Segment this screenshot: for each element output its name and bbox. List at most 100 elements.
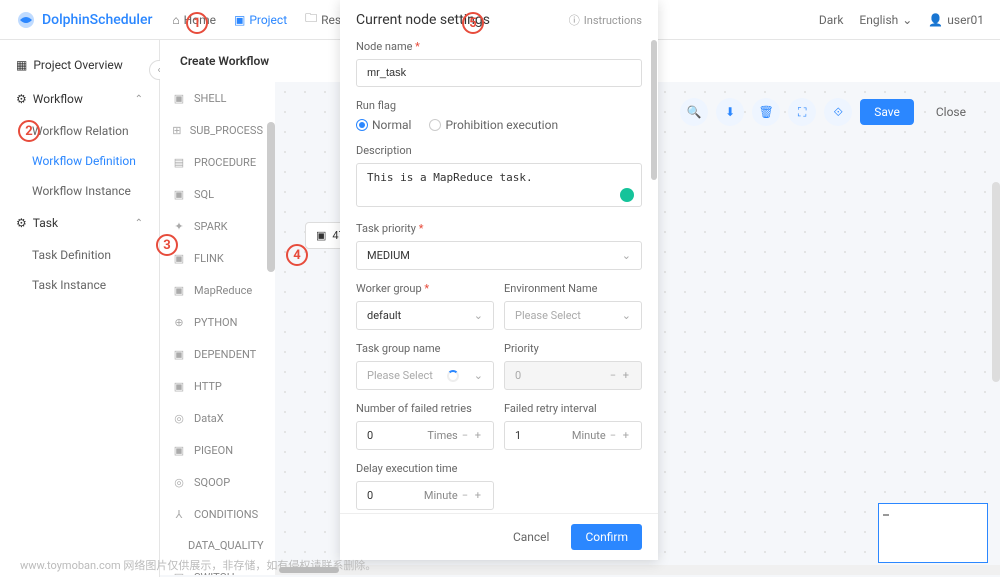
description-input[interactable]: This is a MapReduce task. [356, 163, 642, 207]
worker-group-label: Worker group [356, 282, 494, 295]
node-settings-modal: Current node settings ⓘInstructions Node… [340, 0, 658, 560]
sidebar-item-workflow-definition[interactable]: Workflow Definition [0, 146, 159, 176]
task-type-subprocess[interactable]: ⊞SUB_PROCESS [160, 114, 275, 146]
task-type-mapreduce[interactable]: ▣MapReduce [160, 274, 275, 306]
modal-scrollbar[interactable] [650, 40, 658, 530]
sidebar-item-task[interactable]: ⚙Task [0, 206, 159, 240]
task-type-http[interactable]: ▣HTTP [160, 370, 275, 402]
confirm-button[interactable]: Confirm [571, 524, 642, 550]
task-type-conditions[interactable]: ⅄CONDITIONS [160, 498, 275, 530]
delete-button[interactable]: 🗑 [752, 98, 780, 126]
sql-icon: ▣ [172, 187, 186, 201]
delay-input[interactable]: 0Minute− + [356, 481, 494, 510]
task-type-dependent[interactable]: ▣DEPENDENT [160, 338, 275, 370]
http-icon: ▣ [172, 379, 186, 393]
sqoop-icon: ◎ [172, 475, 186, 489]
stepper-icon[interactable]: − + [610, 429, 631, 442]
subprocess-icon: ⊞ [172, 123, 182, 137]
task-type-flink[interactable]: ▣FLINK [160, 242, 275, 274]
priority-input: 0− + [504, 361, 642, 390]
user-menu[interactable]: 👤user01 [928, 13, 984, 27]
close-button[interactable]: Close [922, 99, 980, 125]
modal-header: Current node settings ⓘInstructions [340, 0, 658, 40]
theme-toggle[interactable]: Dark [819, 13, 844, 27]
instructions-link[interactable]: ⓘInstructions [569, 12, 642, 28]
modal-title: Current node settings [356, 12, 490, 28]
home-icon: ⌂ [172, 13, 179, 27]
sidebar-item-task-definition[interactable]: Task Definition [0, 240, 159, 270]
task-icon: ⚙ [16, 216, 27, 230]
radio-dot-icon [429, 119, 441, 131]
fullscreen-button[interactable]: ⛶ [788, 98, 816, 126]
lang-select[interactable]: English ⌄ [859, 13, 912, 27]
python-icon: ⊕ [172, 315, 186, 329]
task-priority-label: Task priority [356, 222, 642, 235]
canvas-scroll-v[interactable] [992, 182, 1000, 382]
watermark: www.toymoban.com 网络图片仅供展示，非存储，如有侵权请联系删除。 [20, 557, 376, 573]
failed-retries-label: Number of failed retries [356, 402, 494, 415]
modal-body: Node name Run flag Normal Prohibition ex… [340, 40, 658, 513]
canvas-toolbar: 🔍 ⬇ 🗑 ⛶ ⟐ Save Close [680, 98, 980, 126]
spark-icon: ✦ [172, 219, 186, 233]
stepper-icon: − + [610, 369, 631, 382]
task-type-procedure[interactable]: ▤PROCEDURE [160, 146, 275, 178]
format-button[interactable]: ⟐ [824, 98, 852, 126]
task-group-select[interactable]: Please Select [356, 361, 494, 390]
env-name-label: Environment Name [504, 282, 642, 295]
task-type-python[interactable]: ⊕PYTHON [160, 306, 275, 338]
failed-retries-input[interactable]: 0Times− + [356, 421, 494, 450]
save-button[interactable]: Save [860, 99, 914, 125]
mapreduce-icon: ▣ [172, 283, 186, 297]
task-priority-select[interactable]: MEDIUM [356, 241, 642, 270]
task-type-spark[interactable]: ✦SPARK [160, 210, 275, 242]
grammarly-icon [620, 188, 634, 202]
run-flag-label: Run flag [356, 99, 642, 112]
cancel-button[interactable]: Cancel [499, 524, 564, 550]
priority-label: Priority [504, 342, 642, 355]
user-icon: 👤 [928, 13, 943, 27]
top-right: Dark English ⌄ 👤user01 [819, 13, 984, 27]
loading-icon [447, 370, 459, 382]
task-group-label: Task group name [356, 342, 494, 355]
download-button[interactable]: ⬇ [716, 98, 744, 126]
search-button[interactable]: 🔍 [680, 98, 708, 126]
task-type-pigeon[interactable]: ▣PIGEON [160, 434, 275, 466]
pigeon-icon: ▣ [172, 443, 186, 457]
retry-interval-label: Failed retry interval [504, 402, 642, 415]
node-icon: ▣ [316, 229, 326, 242]
nav-project[interactable]: ▣Project [234, 9, 287, 30]
folder-icon: 🗀 [305, 9, 317, 30]
radio-dot-icon [356, 119, 368, 131]
run-flag-prohibit[interactable]: Prohibition execution [429, 118, 558, 132]
description-label: Description [356, 144, 642, 157]
stepper-icon[interactable]: − + [462, 429, 483, 442]
nav-home[interactable]: ⌂Home [172, 9, 216, 30]
brand-text: DolphinScheduler [42, 12, 152, 28]
folder-icon: ▣ [234, 13, 245, 27]
flink-icon: ▣ [172, 251, 186, 265]
worker-group-select[interactable]: default [356, 301, 494, 330]
task-type-sql[interactable]: ▣SQL [160, 178, 275, 210]
task-list-scrollbar[interactable] [267, 122, 275, 272]
run-flag-normal[interactable]: Normal [356, 118, 411, 132]
canvas-scroll-h[interactable] [275, 565, 1000, 575]
env-name-select[interactable]: Please Select [504, 301, 642, 330]
sidebar-item-workflow-instance[interactable]: Workflow Instance [0, 176, 159, 206]
procedure-icon: ▤ [172, 155, 186, 169]
conditions-icon: ⅄ [172, 507, 186, 521]
task-type-shell[interactable]: ▣SHELL [160, 82, 275, 114]
minimap[interactable] [878, 503, 988, 563]
delay-label: Delay execution time [356, 462, 494, 475]
stepper-icon[interactable]: − + [462, 489, 483, 502]
sidebar-item-task-instance[interactable]: Task Instance [0, 270, 159, 300]
sidebar-item-workflow-relation[interactable]: Workflow Relation [0, 116, 159, 146]
node-name-label: Node name [356, 40, 642, 53]
sidebar-item-workflow[interactable]: ⚙Workflow [0, 82, 159, 116]
retry-interval-input[interactable]: 1Minute− + [504, 421, 642, 450]
task-type-datax[interactable]: ◎DataX [160, 402, 275, 434]
sidebar-item-overview[interactable]: ▦Project Overview [0, 48, 159, 82]
task-type-sqoop[interactable]: ◎SQOOP [160, 466, 275, 498]
node-name-input[interactable] [356, 59, 642, 87]
shell-icon: ▣ [172, 91, 186, 105]
logo: DolphinScheduler [16, 10, 152, 30]
